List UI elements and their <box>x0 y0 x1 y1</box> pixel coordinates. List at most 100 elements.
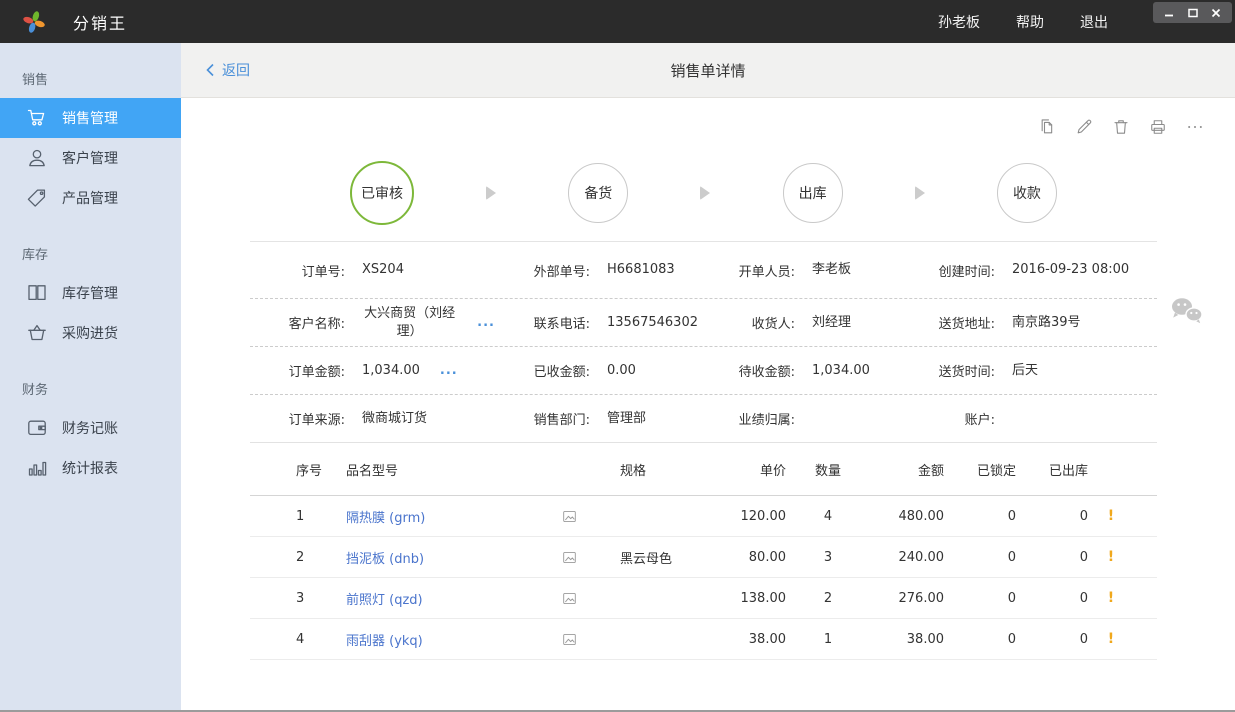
detail-pair: 开单人员:李老板 <box>700 261 900 280</box>
detail-value: 微商城订货 <box>362 410 427 428</box>
detail-value: 李老板 <box>812 261 851 279</box>
sidebar: 销售销售管理客户管理产品管理库存库存管理采购进货财务财务记账统计报表 <box>0 43 181 710</box>
table-row: 2挡泥板 (dnb)黑云母色80.003240.0000! <box>250 537 1157 578</box>
product-name-link[interactable]: 挡泥板 (dnb) <box>346 548 561 567</box>
detail-row: 订单金额:1,034.00...已收金额:0.00待收金额:1,034.00送货… <box>250 347 1157 395</box>
shipped-value: 0 <box>1016 591 1088 606</box>
table-header-cell: 金额 <box>870 460 944 479</box>
detail-label: 销售部门: <box>495 409 590 428</box>
chevron-left-icon <box>205 63 215 77</box>
window-minimize-button[interactable] <box>1161 6 1177 20</box>
detail-pair: 外部单号:H6681083 <box>495 261 700 280</box>
unit-price-value: 138.00 <box>731 591 786 606</box>
basket-icon <box>25 321 49 345</box>
more-button[interactable] <box>1185 119 1205 139</box>
quantity-value: 3 <box>786 550 870 565</box>
detail-label: 外部单号: <box>495 261 590 280</box>
step-circle[interactable]: 已审核 <box>350 161 414 225</box>
sidebar-item-purchase[interactable]: 采购进货 <box>0 313 181 353</box>
detail-more-link[interactable]: ... <box>477 315 495 330</box>
book-icon <box>25 281 49 305</box>
product-name-link[interactable]: 隔热膜 (grm) <box>346 507 561 526</box>
sidebar-item-label: 统计报表 <box>62 458 118 478</box>
ellipsis-icon <box>1185 117 1205 141</box>
shipped-value: 0 <box>1016 632 1088 647</box>
titlebar: 分销王 孙老板帮助退出 <box>0 0 1235 43</box>
detail-label: 订单来源: <box>250 409 345 428</box>
detail-pair: 送货地址:南京路39号 <box>900 313 1157 332</box>
quantity-value: 4 <box>786 509 870 524</box>
amount-value: 240.00 <box>870 550 944 565</box>
sidebar-item-product-management[interactable]: 产品管理 <box>0 178 181 218</box>
detail-label: 待收金额: <box>700 361 795 380</box>
sidebar-item-finance-bookkeeping[interactable]: 财务记账 <box>0 408 181 448</box>
product-image-icon[interactable] <box>561 549 601 566</box>
wechat-icon[interactable] <box>1169 295 1205 330</box>
detail-pair: 收货人:刘经理 <box>700 313 900 332</box>
detail-value: 南京路39号 <box>1012 314 1081 332</box>
detail-value: 0.00 <box>607 362 636 380</box>
detail-label: 账户: <box>900 409 995 428</box>
step-circle[interactable]: 出库 <box>783 163 843 223</box>
window-close-button[interactable] <box>1208 6 1224 20</box>
detail-label: 创建时间: <box>900 261 995 280</box>
order-details: 订单号:XS204外部单号:H6681083开单人员:李老板创建时间:2016-… <box>250 241 1157 443</box>
sidebar-item-label: 客户管理 <box>62 148 118 168</box>
detail-pair: 订单金额:1,034.00... <box>250 361 495 380</box>
amount-value: 276.00 <box>870 591 944 606</box>
sidebar-item-label: 财务记账 <box>62 418 118 438</box>
row-number: 1 <box>296 509 346 524</box>
delete-button[interactable] <box>1111 119 1131 139</box>
detail-label: 联系电话: <box>495 313 590 332</box>
detail-label: 收货人: <box>700 313 795 332</box>
detail-pair: 订单号:XS204 <box>250 261 495 280</box>
step-arrow-icon <box>700 186 710 200</box>
quantity-value: 2 <box>786 591 870 606</box>
table-header-cell: 品名型号 <box>346 460 561 479</box>
product-image-icon[interactable] <box>561 590 601 607</box>
shipped-value: 0 <box>1016 509 1088 524</box>
detail-value: 大兴商贸（刘经理） <box>362 305 457 341</box>
detail-pair: 客户名称: 大兴商贸（刘经理）... <box>250 305 495 341</box>
stock-warning-indicator: ! <box>1088 549 1134 565</box>
titlebar-menu-help[interactable]: 帮助 <box>1016 12 1044 32</box>
sidebar-section-title: 销售 <box>22 69 181 88</box>
back-button[interactable]: 返回 <box>205 60 250 80</box>
sidebar-item-statistics-report[interactable]: 统计报表 <box>0 448 181 488</box>
detail-label: 订单金额: <box>250 361 345 380</box>
row-number: 4 <box>296 632 346 647</box>
sidebar-section-title: 财务 <box>22 379 181 398</box>
titlebar-menu-user[interactable]: 孙老板 <box>938 12 980 32</box>
step-arrow-icon <box>486 186 496 200</box>
print-button[interactable] <box>1148 119 1168 139</box>
cart-icon <box>25 106 49 130</box>
detail-pair: 已收金额:0.00 <box>495 361 700 380</box>
edit-button[interactable] <box>1074 119 1094 139</box>
table-row: 3前照灯 (qzd)138.002276.0000! <box>250 578 1157 619</box>
product-name-link[interactable]: 前照灯 (qzd) <box>346 589 561 608</box>
window-maximize-button[interactable] <box>1185 6 1201 20</box>
sidebar-item-customer-management[interactable]: 客户管理 <box>0 138 181 178</box>
sidebar-item-inventory-management[interactable]: 库存管理 <box>0 273 181 313</box>
sidebar-item-label: 产品管理 <box>62 188 118 208</box>
sidebar-item-label: 销售管理 <box>62 108 118 128</box>
sidebar-item-label: 库存管理 <box>62 283 118 303</box>
sidebar-item-sales-management[interactable]: 销售管理 <box>0 98 181 138</box>
sidebar-section-title: 库存 <box>22 244 181 263</box>
detail-value: 管理部 <box>607 410 646 428</box>
product-image-icon[interactable] <box>561 508 601 525</box>
sidebar-item-label: 采购进货 <box>62 323 118 343</box>
product-image-icon[interactable] <box>561 631 601 648</box>
wallet-icon <box>25 416 49 440</box>
detail-pair: 账户: <box>900 409 1157 428</box>
detail-row: 订单来源:微商城订货销售部门:管理部业绩归属:账户: <box>250 395 1157 442</box>
amount-value: 480.00 <box>870 509 944 524</box>
step-circle[interactable]: 收款 <box>997 163 1057 223</box>
detail-more-link[interactable]: ... <box>440 363 458 378</box>
product-name-link[interactable]: 雨刮器 (ykq) <box>346 630 561 649</box>
step-circle[interactable]: 备货 <box>568 163 628 223</box>
detail-label: 客户名称: <box>250 313 345 332</box>
row-number: 3 <box>296 591 346 606</box>
titlebar-menu-logout[interactable]: 退出 <box>1080 12 1108 32</box>
copy-button[interactable] <box>1037 119 1057 139</box>
